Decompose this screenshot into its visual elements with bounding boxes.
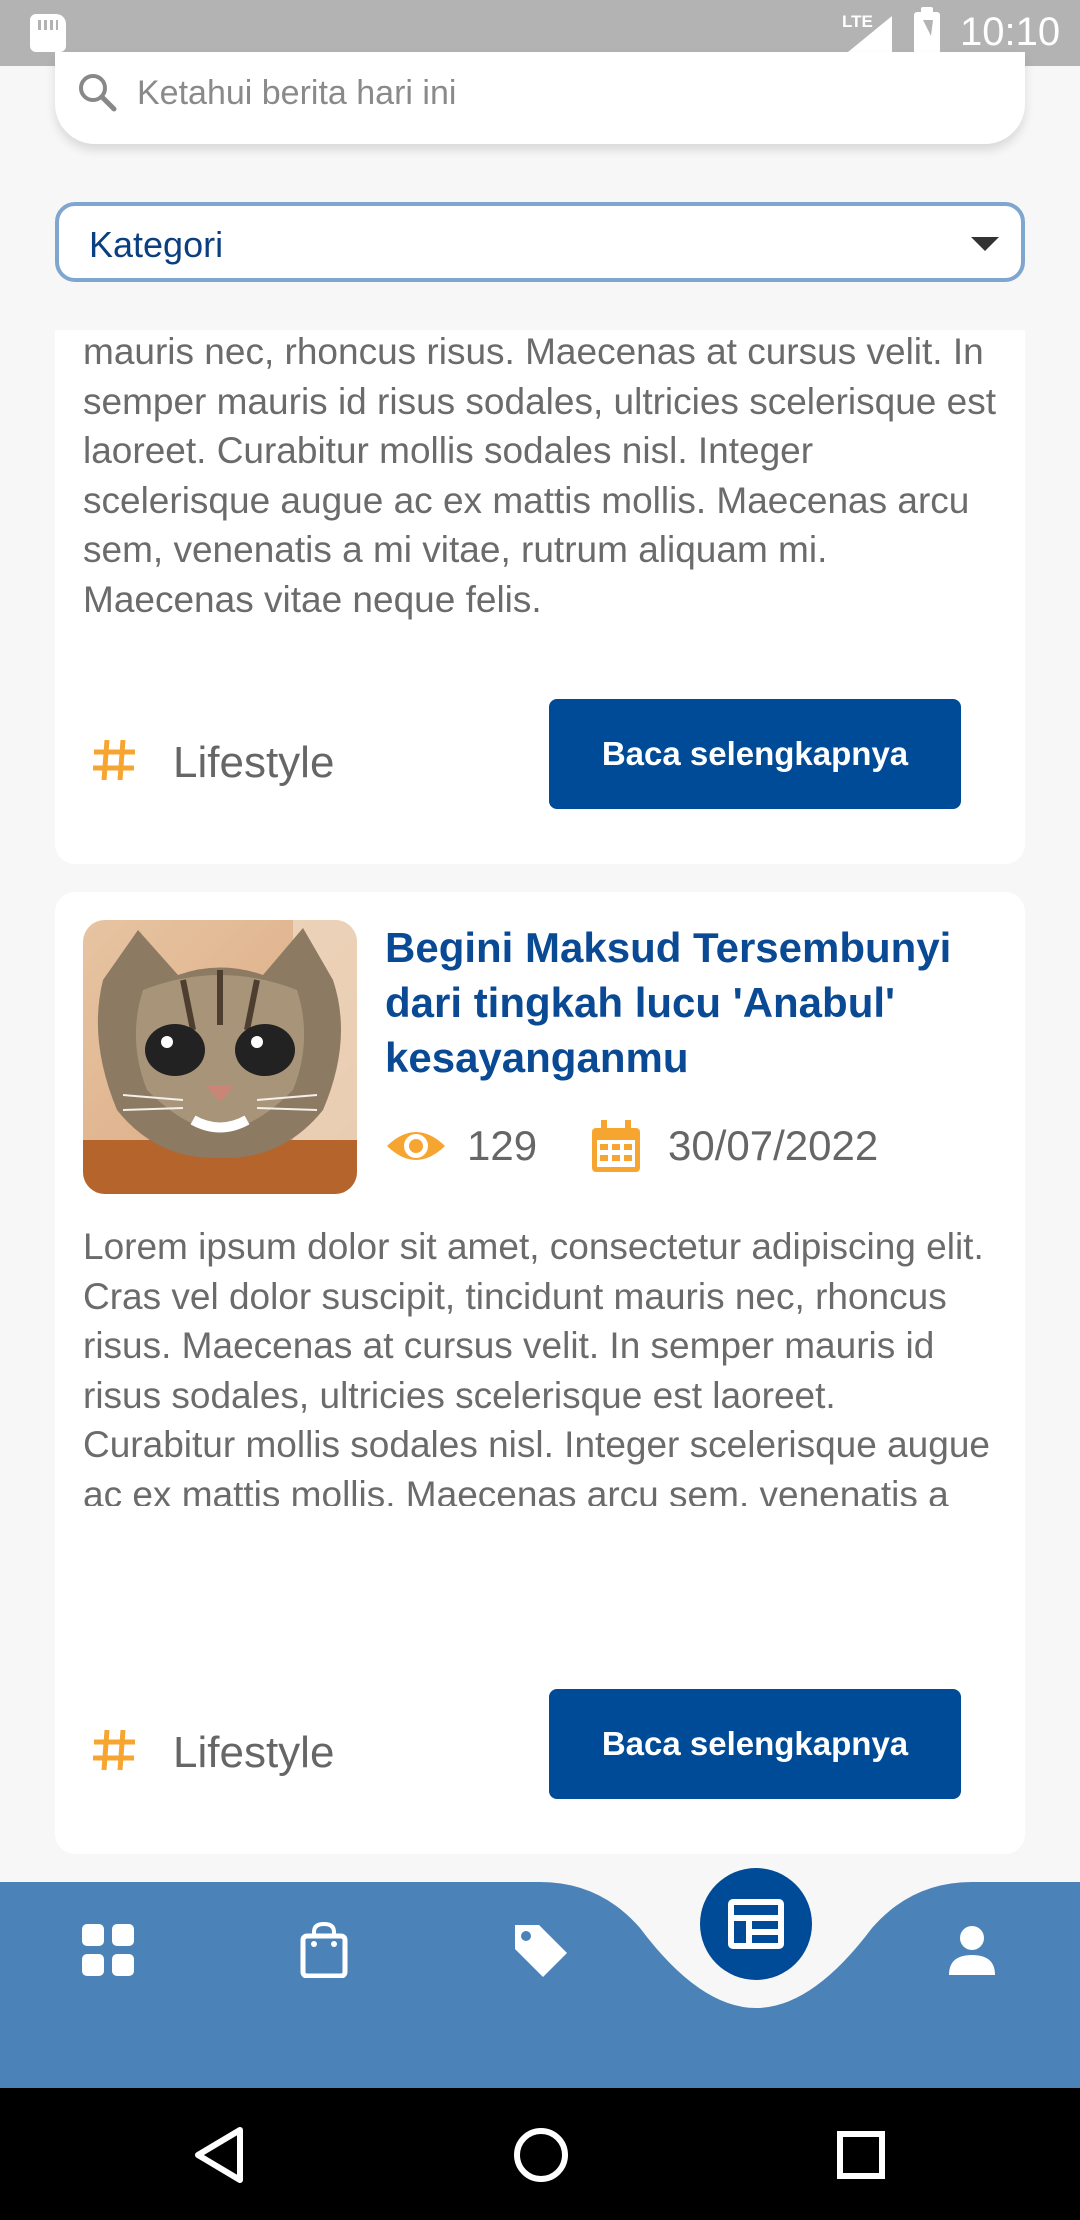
article-title[interactable]: Begini Maksud Tersembunyi dari tingkah l…: [385, 920, 1005, 1085]
clock: 10:10: [960, 10, 1061, 54]
nav-news[interactable]: [700, 1868, 812, 1980]
category-dropdown-label: Kategori: [89, 224, 224, 265]
tag-label: Lifestyle: [173, 1728, 335, 1777]
search-icon: [79, 74, 117, 112]
read-more-button[interactable]: Baca selengkapnya: [549, 1689, 961, 1799]
bottom-navigation: [0, 1868, 1080, 2088]
category-dropdown[interactable]: Kategori: [55, 202, 1025, 282]
battery-icon: [914, 7, 940, 54]
article-card: mauris nec, rhoncus risus. Maecenas at c…: [55, 330, 1025, 864]
person-icon: [949, 1926, 995, 1975]
tag-icon: [515, 1925, 567, 1977]
hash-icon: [93, 739, 135, 781]
shopping-bag-icon: [300, 1922, 348, 1978]
system-navigation-bar: [0, 2088, 1080, 2220]
nav-profile[interactable]: [932, 1910, 1012, 1990]
search-input[interactable]: [137, 74, 997, 113]
network-type: LTE: [842, 12, 873, 31]
back-icon[interactable]: [186, 2120, 256, 2190]
calendar-icon: [592, 1120, 640, 1172]
cat-photo-image: [83, 920, 357, 1194]
nav-dashboard[interactable]: [68, 1910, 148, 1990]
hash-icon: [93, 1729, 135, 1771]
chevron-down-icon: [971, 237, 999, 251]
recents-icon[interactable]: [826, 2120, 896, 2190]
read-more-button[interactable]: Baca selengkapnya: [549, 699, 961, 809]
article-meta: 129 30/07/2022: [385, 1116, 1005, 1176]
search-bar[interactable]: [55, 52, 1025, 144]
news-icon: [728, 1899, 784, 1949]
article-excerpt: Lorem ipsum dolor sit amet, consectetur …: [83, 1226, 990, 1506]
sd-card-icon: [30, 14, 66, 52]
article-thumbnail: [83, 920, 357, 1194]
article-card[interactable]: Begini Maksud Tersembunyi dari tingkah l…: [55, 892, 1025, 1854]
eye-icon: [387, 1132, 445, 1160]
nav-promo[interactable]: [500, 1910, 580, 1990]
publish-date: 30/07/2022: [668, 1122, 879, 1169]
dashboard-icon: [82, 1924, 134, 1976]
article-excerpt: mauris nec, rhoncus risus. Maecenas at c…: [83, 332, 997, 620]
tag-label: Lifestyle: [173, 738, 335, 787]
home-icon[interactable]: [506, 2120, 576, 2190]
nav-shop[interactable]: [284, 1910, 364, 1990]
view-count: 129: [467, 1122, 538, 1169]
